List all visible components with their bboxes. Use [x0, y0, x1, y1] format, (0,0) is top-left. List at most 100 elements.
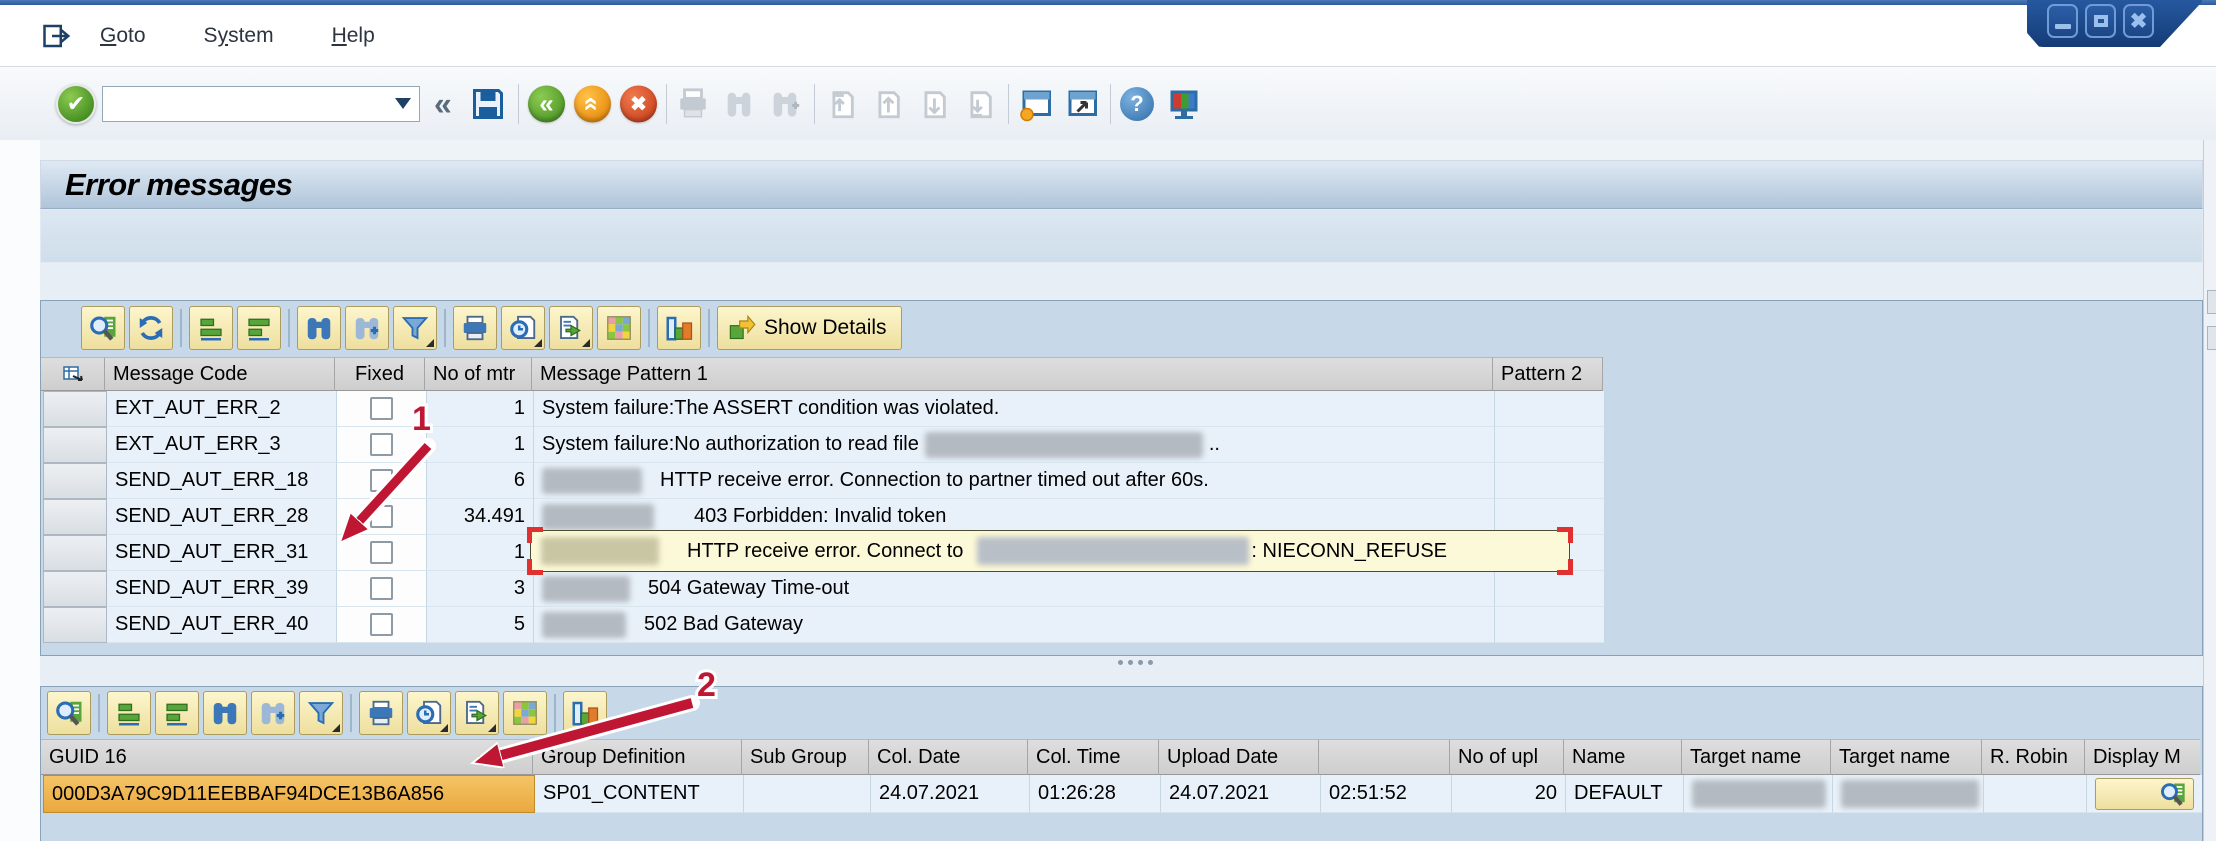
- fixed-checkbox[interactable]: [370, 613, 393, 636]
- row-selector[interactable]: [43, 427, 107, 463]
- command-field[interactable]: [102, 86, 420, 122]
- cell-col-date[interactable]: 24.07.2021: [871, 775, 1030, 813]
- system-menu-icon[interactable]: [42, 21, 72, 51]
- first-page-button[interactable]: [824, 87, 858, 121]
- column-header-target-name-1[interactable]: Target name: [1682, 739, 1831, 775]
- row-selector[interactable]: [43, 391, 107, 427]
- find-button[interactable]: [203, 691, 247, 735]
- row-selector[interactable]: [43, 463, 107, 499]
- column-header-sub-group[interactable]: Sub Group: [742, 739, 869, 775]
- cell-r-robin[interactable]: [1984, 775, 2087, 813]
- cell-name[interactable]: DEFAULT: [1566, 775, 1684, 813]
- back-button[interactable]: «: [528, 85, 565, 122]
- column-header-no-of-upl[interactable]: No of upl: [1450, 739, 1564, 775]
- row-selector[interactable]: [43, 535, 107, 571]
- menu-goto[interactable]: Goto: [100, 24, 146, 48]
- cell-message-pattern[interactable]: System failure:No authorization to read …: [534, 427, 1495, 463]
- cell-no-of-mtr[interactable]: 1: [427, 391, 534, 427]
- cell-no-of-upl[interactable]: 20: [1452, 775, 1566, 813]
- find-button[interactable]: [297, 306, 341, 350]
- table-row[interactable]: SEND_AUT_ERR_18 6 HTTP receive error. Co…: [43, 463, 2202, 499]
- table-row[interactable]: 000D3A79C9D11EEBBAF94DCE13B6A856 SP01_CO…: [43, 775, 2202, 813]
- fixed-checkbox[interactable]: [370, 433, 393, 456]
- select-all-button[interactable]: [41, 357, 105, 391]
- fixed-checkbox[interactable]: [370, 505, 393, 528]
- cell-fixed[interactable]: [337, 535, 427, 571]
- column-header-upload-date[interactable]: Upload Date: [1159, 739, 1319, 775]
- cell-pattern-2[interactable]: [1495, 607, 1605, 643]
- export-views-button[interactable]: [407, 691, 451, 735]
- cell-group-definition[interactable]: SP01_CONTENT: [535, 775, 744, 813]
- cell-fixed[interactable]: [337, 499, 427, 535]
- column-header-pattern-2[interactable]: Pattern 2: [1493, 357, 1603, 391]
- print-button[interactable]: [359, 691, 403, 735]
- cell-sub-group[interactable]: [744, 775, 871, 813]
- cell-target-name-2[interactable]: [1833, 775, 1984, 813]
- fixed-checkbox[interactable]: [370, 469, 393, 492]
- cell-fixed[interactable]: [337, 463, 427, 499]
- cell-no-of-mtr[interactable]: 1: [427, 535, 534, 571]
- filter-button[interactable]: [299, 691, 343, 735]
- close-button[interactable]: ✖: [2123, 4, 2154, 38]
- cell-message-pattern[interactable]: 502 Bad Gateway: [534, 607, 1495, 643]
- sort-ascending-button[interactable]: [107, 691, 151, 735]
- details-button[interactable]: [47, 691, 91, 735]
- refresh-button[interactable]: [129, 306, 173, 350]
- minimize-button[interactable]: [2047, 4, 2078, 38]
- graphic-button[interactable]: [657, 306, 701, 350]
- cell-pattern-2[interactable]: [1495, 571, 1605, 607]
- column-header-r-robin[interactable]: R. Robin: [1982, 739, 2085, 775]
- maximize-button[interactable]: [2085, 4, 2116, 38]
- enter-button[interactable]: ✔: [56, 84, 96, 124]
- column-header-guid-16[interactable]: GUID 16: [41, 739, 533, 775]
- cell-message-code[interactable]: EXT_AUT_ERR_3: [107, 427, 337, 463]
- export-views-button[interactable]: [501, 306, 545, 350]
- cell-target-name-1[interactable]: [1684, 775, 1833, 813]
- table-row[interactable]: SEND_AUT_ERR_39 3 504 Gateway Time-out: [43, 571, 2202, 607]
- export-file-button[interactable]: [549, 306, 593, 350]
- export-file-button[interactable]: [455, 691, 499, 735]
- splitter-handle[interactable]: [1118, 660, 1153, 665]
- find-next-button[interactable]: [768, 87, 802, 121]
- cancel-button[interactable]: ✖: [620, 85, 657, 122]
- sort-descending-button[interactable]: [237, 306, 281, 350]
- cell-guid-16[interactable]: 000D3A79C9D11EEBBAF94DCE13B6A856: [43, 775, 535, 813]
- cell-message-pattern[interactable]: System failure:The ASSERT condition was …: [534, 391, 1495, 427]
- collapse-toolbar-icon[interactable]: «: [434, 85, 452, 122]
- details-button[interactable]: [81, 306, 125, 350]
- filter-button[interactable]: [393, 306, 437, 350]
- next-page-button[interactable]: [916, 87, 950, 121]
- cell-message-code[interactable]: SEND_AUT_ERR_40: [107, 607, 337, 643]
- column-header-fixed[interactable]: Fixed: [335, 357, 425, 391]
- command-dropdown-icon[interactable]: [395, 98, 411, 109]
- sort-ascending-button[interactable]: [189, 306, 233, 350]
- cell-pattern-2[interactable]: [1495, 391, 1605, 427]
- cell-message-code[interactable]: SEND_AUT_ERR_31: [107, 535, 337, 571]
- column-header-col-time[interactable]: Col. Time: [1028, 739, 1159, 775]
- cell-fixed[interactable]: [337, 427, 427, 463]
- cell-upl-time[interactable]: 02:51:52: [1321, 775, 1452, 813]
- table-row[interactable]: EXT_AUT_ERR_2 1 System failure:The ASSER…: [43, 391, 2202, 427]
- exit-button[interactable]: «: [574, 85, 611, 122]
- create-shortcut-button[interactable]: [1064, 86, 1100, 122]
- menu-system[interactable]: System: [204, 24, 274, 48]
- menu-help[interactable]: Help: [332, 24, 375, 48]
- show-details-button[interactable]: Show Details: [717, 306, 902, 350]
- fixed-checkbox[interactable]: [370, 577, 393, 600]
- column-header-col-date[interactable]: Col. Date: [869, 739, 1028, 775]
- find-next-button[interactable]: [251, 691, 295, 735]
- cell-message-code[interactable]: SEND_AUT_ERR_39: [107, 571, 337, 607]
- cell-fixed[interactable]: [337, 391, 427, 427]
- column-header-display-m[interactable]: Display M: [2085, 739, 2200, 775]
- cell-message-code[interactable]: EXT_AUT_ERR_2: [107, 391, 337, 427]
- cell-upload-date[interactable]: 24.07.2021: [1161, 775, 1321, 813]
- row-selector[interactable]: [43, 571, 107, 607]
- column-header-upl-time[interactable]: [1319, 739, 1450, 775]
- find-button[interactable]: [722, 87, 756, 121]
- save-button[interactable]: [470, 86, 506, 122]
- choose-layout-button[interactable]: [503, 691, 547, 735]
- sort-descending-button[interactable]: [155, 691, 199, 735]
- cell-no-of-mtr[interactable]: 34.491: [427, 499, 534, 535]
- column-header-no-of-mtr[interactable]: No of mtr: [425, 357, 532, 391]
- cell-fixed[interactable]: [337, 607, 427, 643]
